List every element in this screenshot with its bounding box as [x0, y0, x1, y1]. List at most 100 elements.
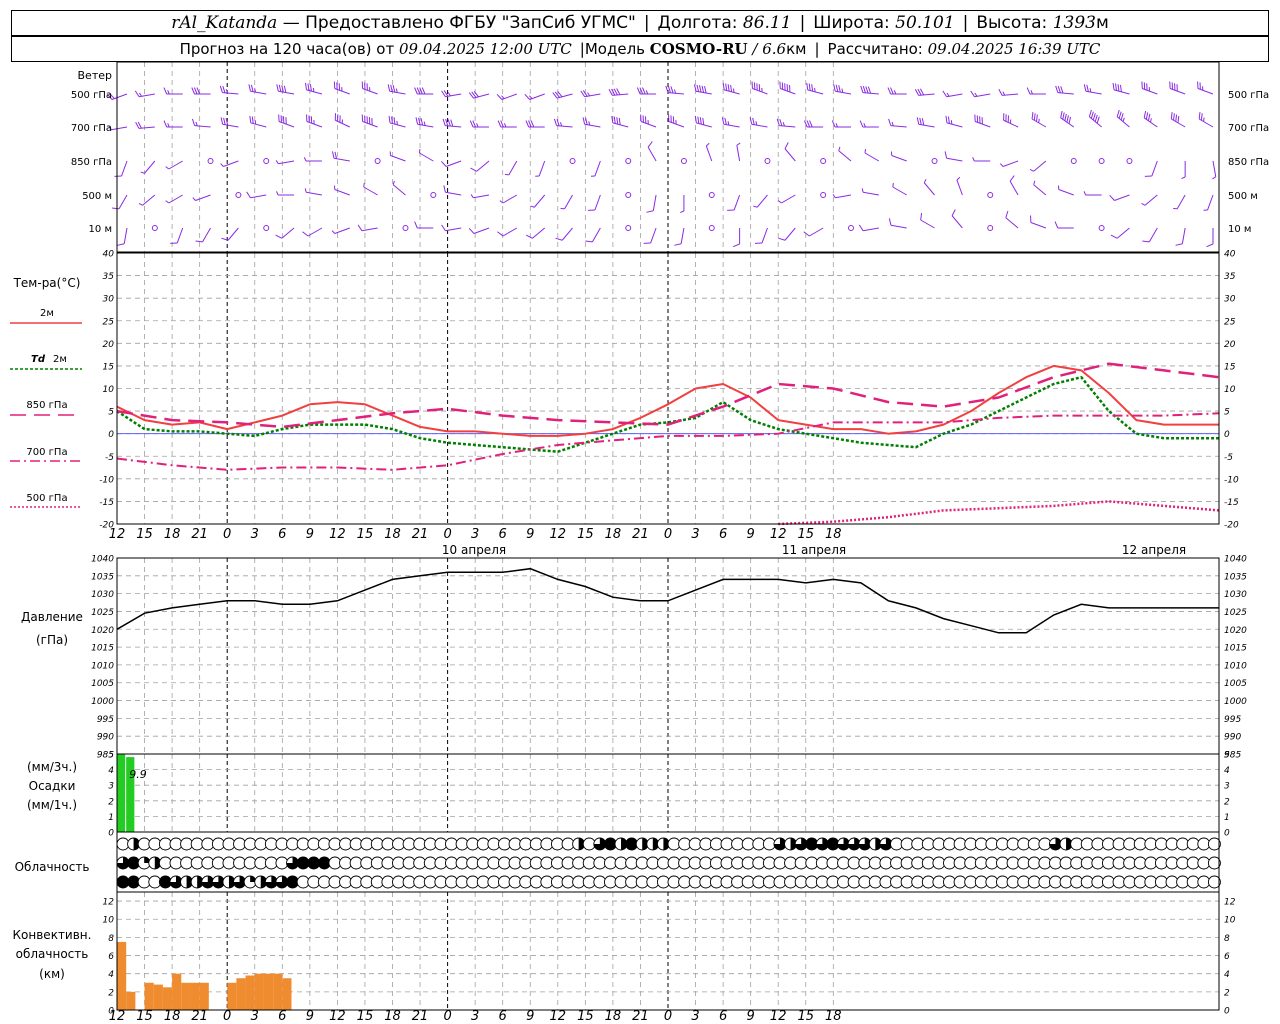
wind-barb-flag	[470, 167, 477, 172]
pressure-tick-label: 1020	[91, 626, 114, 636]
pressure-tick-label: 990	[97, 733, 114, 743]
wind-barb-staff	[781, 194, 796, 204]
wind-calm	[987, 192, 994, 198]
wind-barb-flag	[1117, 84, 1120, 92]
pressure-tick-label-right: 990	[1224, 733, 1241, 743]
wind-barb-flag	[497, 231, 504, 237]
precip-tick-label: 1	[108, 813, 114, 823]
wind-barb-flag	[919, 117, 922, 125]
wind-barb-flag	[283, 85, 287, 93]
x-tick-label-bottom: 21	[632, 1009, 649, 1024]
wind-barb-staff	[445, 160, 462, 167]
wind-barb-staff	[334, 227, 350, 234]
wind-barb-staff	[1002, 160, 1019, 167]
temp-tick-label-right: 0	[1224, 430, 1230, 440]
wind-calm	[987, 225, 994, 231]
wind-barb-staff	[761, 227, 768, 244]
wind-barb-flag	[191, 87, 195, 95]
conv-axis-title-2: облачность	[16, 947, 89, 961]
date-label: 10 апреля	[442, 543, 506, 557]
meteogram: -20 -20-15 -15-10 -10-5 -50 05 510 1015 1520 2025…	[10, 61, 1269, 1024]
wind-barb-staff	[445, 191, 462, 196]
conv-bar	[273, 973, 283, 1010]
wind-barb-flag	[553, 118, 558, 126]
wind-barb-staff	[705, 145, 713, 162]
pressure-tick-label: 1030	[91, 590, 114, 600]
wind-barb-staff	[1176, 194, 1186, 210]
wind-barb-staff	[195, 194, 211, 201]
wind-calm	[151, 225, 158, 231]
conv-bar	[181, 982, 191, 1010]
temp-tick-label: -10	[99, 475, 114, 485]
wind-barb-flag	[334, 151, 338, 159]
wind-barb-flag	[1033, 113, 1036, 121]
wind-barb-flag	[195, 240, 203, 243]
temp-tick-label: 40	[103, 250, 115, 260]
wind-barb-flag	[779, 119, 783, 126]
wind-barb-flag	[525, 234, 533, 239]
wind-barb-staff	[121, 160, 128, 177]
temp-tick-label-right: -15	[1224, 498, 1239, 508]
wind-barb-flag	[331, 151, 335, 159]
wind-barb-staff	[1207, 194, 1214, 211]
wind-barb-flag	[555, 237, 563, 241]
wind-barb-flag	[278, 84, 282, 92]
wind-barb-staff	[951, 215, 963, 229]
wind-barb-flag	[674, 243, 682, 246]
wind-barb-staff	[476, 160, 490, 172]
wind-barb-flag	[725, 83, 728, 91]
conv-bar	[117, 941, 127, 1010]
wind-barb-staff	[123, 227, 128, 244]
wind-barb-staff	[223, 160, 239, 167]
wind-barb-flag	[304, 188, 307, 193]
x-tick-label: 12	[770, 527, 787, 542]
conv-tick-label-right: 6	[1224, 952, 1230, 962]
x-tick-label-bottom: 9	[526, 1009, 534, 1024]
wind-barb-flag	[222, 86, 226, 93]
precip-tick-label: 2	[108, 797, 114, 807]
wind-barb-flag	[440, 161, 447, 167]
wind-barb-flag	[582, 117, 586, 125]
pressure-tick-label-right: 1015	[1224, 644, 1247, 654]
wind-level-label-right: 10 м	[1228, 224, 1251, 235]
wind-barb-flag	[833, 84, 836, 92]
wind-barb-flag	[736, 142, 741, 146]
wind-barb-flag	[1170, 111, 1173, 120]
wind-barb-flag	[442, 118, 446, 126]
wind-barb-flag	[163, 87, 168, 95]
pressure-tick-label: 1010	[91, 661, 114, 671]
wind-barb-staff	[306, 191, 323, 196]
temp-tick-label: 25	[103, 317, 115, 327]
precip-tick-label: 4	[108, 766, 114, 776]
x-tick-label-bottom: 15	[577, 1009, 594, 1024]
wind-barb-flag	[1177, 115, 1180, 123]
wind-barb-staff	[835, 194, 852, 199]
wind-barb-staff	[118, 194, 128, 210]
wind-barb-flag	[752, 117, 755, 125]
wind-barb-flag	[645, 90, 649, 95]
wind-barb-staff	[890, 224, 907, 229]
wind-barb-staff	[736, 145, 741, 162]
wind-barb-flag	[530, 205, 535, 208]
wind-barb-staff	[532, 227, 546, 239]
wind-barb-flag	[307, 83, 310, 91]
conv-bar	[245, 975, 255, 1010]
wind-barb-flag	[415, 117, 419, 125]
conv-bar	[162, 987, 173, 1010]
conv-bar	[227, 982, 237, 1010]
legend-2m: 2м	[40, 308, 54, 319]
wind-barb-staff	[594, 160, 601, 177]
x-tick-label: 12	[550, 527, 567, 542]
wind-barb-flag	[1116, 109, 1120, 117]
wind-barb-flag	[1092, 113, 1096, 121]
wind-barb-flag	[888, 218, 892, 226]
wind-barb-flag	[392, 180, 395, 185]
wind-barb-flag	[722, 82, 725, 90]
wind-barb-flag	[1118, 111, 1122, 119]
x-tick-label-bottom: 9	[747, 1009, 755, 1024]
wind-barb-flag	[450, 119, 454, 127]
temp-tick-label: -15	[99, 498, 114, 508]
wind-calm	[625, 192, 632, 198]
legend-700: 700 гПа	[26, 447, 67, 458]
wind-barb-flag	[1147, 113, 1151, 121]
